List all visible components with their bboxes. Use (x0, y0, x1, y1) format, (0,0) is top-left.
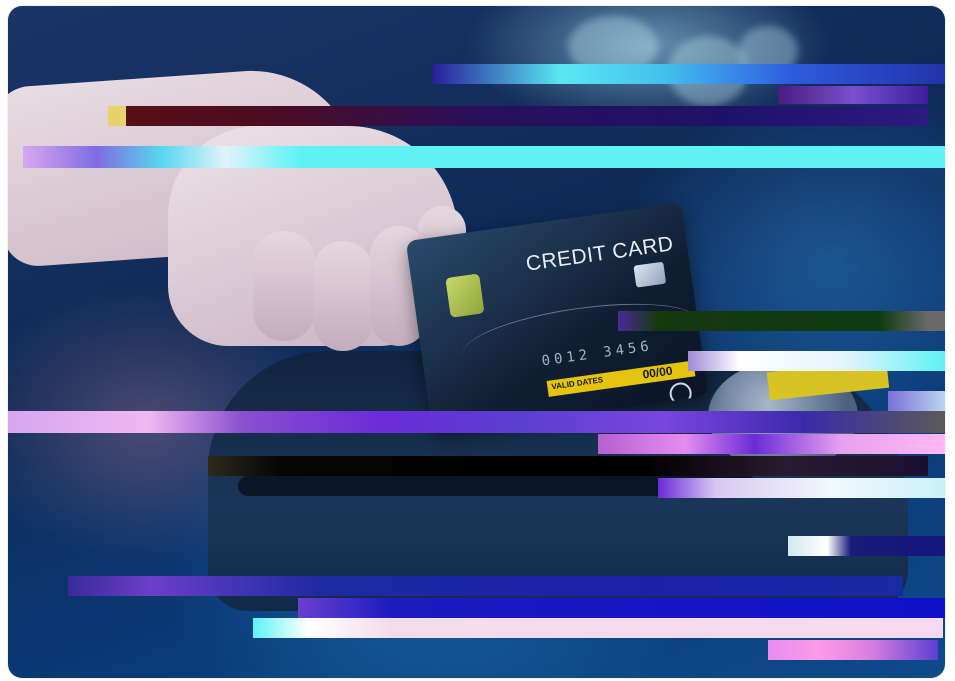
valid-dates-value: 00/00 (641, 363, 674, 382)
glitch-band (658, 478, 945, 498)
glitch-band (433, 64, 945, 84)
glitch-band (108, 106, 126, 126)
glitch-band (888, 391, 945, 411)
card-chip (445, 273, 485, 318)
glitch-band (23, 146, 945, 168)
glitch-band (208, 456, 928, 476)
valid-dates-label: VALID DATES (550, 375, 604, 392)
photo-frame: CREDIT CARD 0012 3456 VALID DATES 00/00 (8, 6, 945, 678)
card-hologram (633, 261, 667, 288)
finger (253, 231, 315, 341)
glitch-band (788, 536, 945, 556)
glitch-band (598, 434, 945, 454)
glitch-band (768, 640, 938, 660)
glitch-band (253, 618, 943, 638)
glitch-band (618, 311, 945, 331)
glitch-band (68, 576, 903, 596)
finger (313, 241, 373, 351)
glitch-band (298, 598, 945, 618)
glitch-band (688, 351, 945, 371)
glitch-band (778, 86, 928, 104)
glitch-band (108, 106, 928, 126)
glitch-band (8, 411, 945, 433)
